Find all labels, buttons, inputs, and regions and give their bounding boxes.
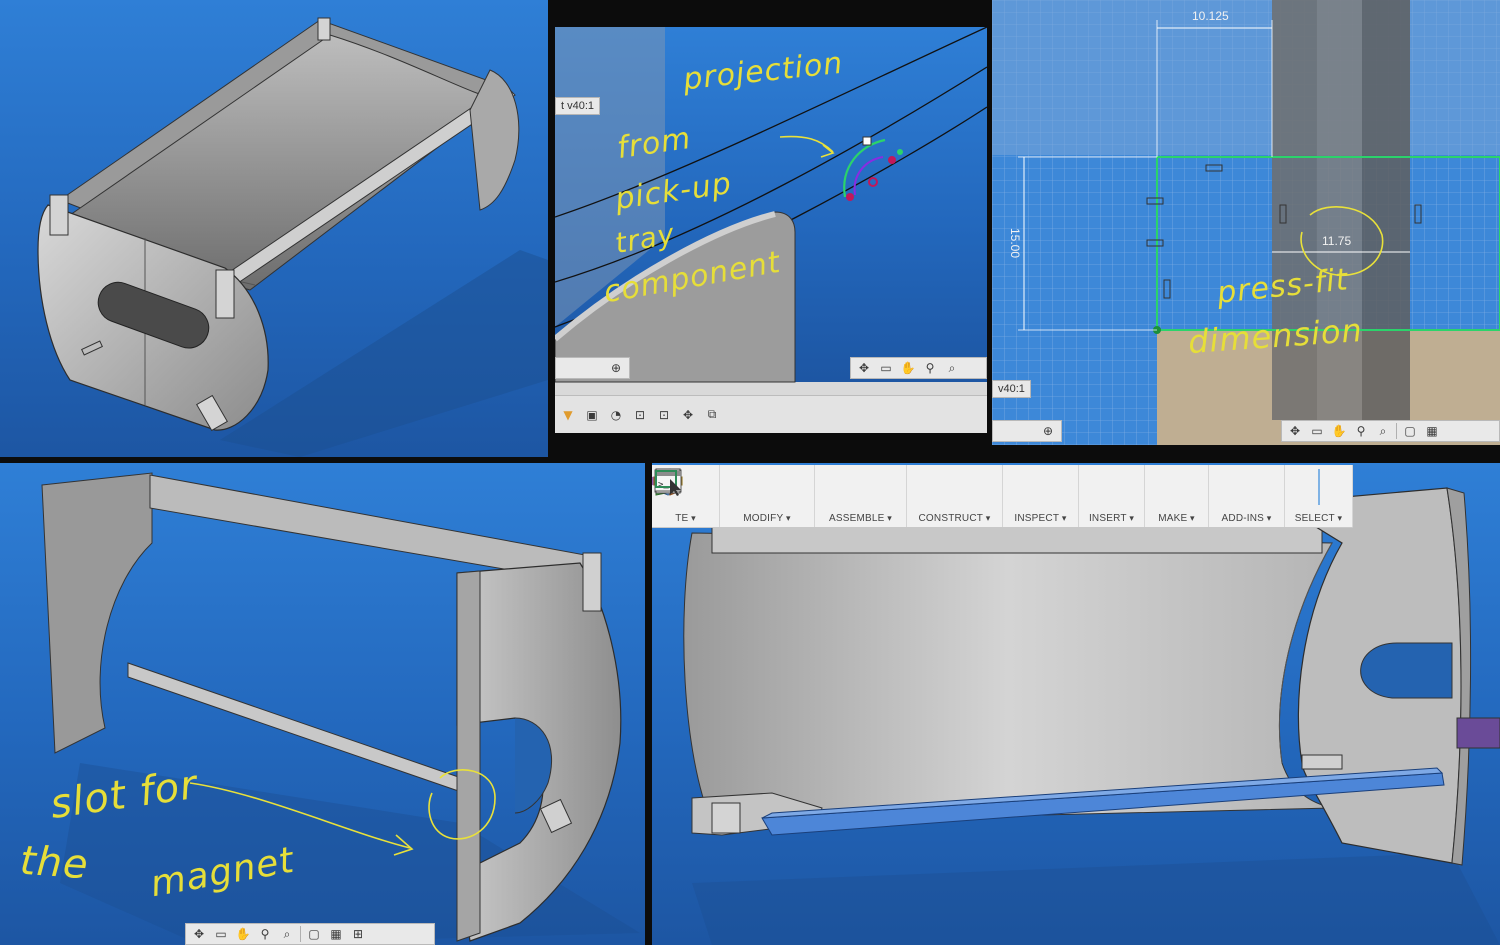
pan-hand-icon[interactable]: ✋ bbox=[234, 926, 252, 942]
zoom-icon[interactable]: ⚲ bbox=[921, 360, 939, 376]
pan-hand-icon[interactable]: ✋ bbox=[1330, 423, 1348, 439]
tray-section-model bbox=[683, 487, 1500, 945]
toolbar-group-insert[interactable]: INSERT bbox=[654, 465, 1145, 527]
toolbar-label-construct: CONSTRUCT bbox=[919, 513, 991, 524]
toolbar-label-assemble: ASSEMBLE bbox=[829, 513, 892, 524]
toolbar-label-create: TE bbox=[675, 513, 696, 524]
version-label: t v40:1 bbox=[555, 97, 601, 115]
display-settings-icon[interactable]: ▢ bbox=[305, 926, 323, 942]
move-feature-icon[interactable]: ✥ bbox=[679, 407, 697, 423]
plus-icon[interactable]: ⊕ bbox=[607, 360, 625, 376]
display-settings-icon[interactable]: ▢ bbox=[1401, 423, 1419, 439]
sketch-dimension-view bbox=[992, 0, 1500, 445]
zoom-window-icon[interactable]: ⌕ bbox=[278, 926, 296, 942]
extrude-feature-icon[interactable]: ⊡ bbox=[655, 407, 673, 423]
toolbar-label-insert: INSERT bbox=[1089, 513, 1134, 524]
zoom-window-icon[interactable]: ⌕ bbox=[943, 360, 961, 376]
timeline-marker-icon[interactable]: ▼ bbox=[559, 407, 577, 423]
toolbar-divider bbox=[300, 926, 301, 942]
browser-collapse-bar: ⊕ bbox=[555, 357, 630, 379]
toolbar-group-inspect[interactable]: INSPECT bbox=[653, 465, 1079, 527]
sketch-feature-icon[interactable]: ▣ bbox=[583, 407, 601, 423]
navigation-toolbar: ✥ ▭ ✋ ⚲ ⌕ ▢ ▦ bbox=[1281, 420, 1500, 442]
toolbar-label-select: SELECT bbox=[1295, 513, 1343, 524]
revolve-feature-icon[interactable]: ◔ bbox=[607, 407, 625, 423]
design-toolbar: TE Σ MODIFY + ASSEMBLE CONSTRUCT bbox=[652, 465, 1353, 528]
browser-collapse-bar: ⊕ bbox=[992, 420, 1062, 442]
toolbar-group-add-ins[interactable]: >_ ADD-INS bbox=[654, 465, 1285, 527]
toolbar-group-select[interactable]: SELECT bbox=[655, 465, 1353, 527]
orbit-icon[interactable]: ✥ bbox=[190, 926, 208, 942]
navigation-toolbar: ✥ ▭ ✋ ⚲ ⌕ bbox=[850, 357, 987, 379]
dimension-width-mid[interactable]: 11.75 bbox=[1322, 234, 1351, 248]
joint-feature-icon[interactable]: ⧉ bbox=[703, 407, 721, 423]
tray-model-isometric bbox=[37, 17, 548, 457]
plus-icon[interactable]: ⊕ bbox=[1039, 423, 1057, 439]
orbit-icon[interactable]: ✥ bbox=[1286, 423, 1304, 439]
toolbar-label-modify: MODIFY bbox=[743, 513, 791, 524]
toolbar-group-make[interactable]: MAKE bbox=[655, 465, 1209, 527]
look-at-icon[interactable]: ▭ bbox=[212, 926, 230, 942]
grid-settings-icon[interactable]: ▦ bbox=[1423, 423, 1441, 439]
timeline-bar: ▼ ▣ ◔ ⊡ ⊡ ✥ ⧉ bbox=[555, 395, 987, 433]
toolbar-group-assemble[interactable]: + ASSEMBLE bbox=[654, 465, 907, 527]
annotation-the: the bbox=[18, 837, 91, 889]
viewport-top-left[interactable] bbox=[0, 0, 548, 457]
zoom-icon[interactable]: ⚲ bbox=[1352, 423, 1370, 439]
viewport-top-right[interactable]: 10.125 15.00 11.75 press-fit dimension v… bbox=[992, 0, 1500, 445]
toolbar-label-add-ins: ADD-INS bbox=[1222, 513, 1272, 524]
zoom-icon[interactable]: ⚲ bbox=[256, 926, 274, 942]
viewports-icon[interactable]: ⊞ bbox=[349, 926, 367, 942]
toolbar-label-make: MAKE bbox=[1158, 513, 1195, 524]
tray-frame-model bbox=[41, 472, 640, 945]
dimension-height-left[interactable]: 15.00 bbox=[1008, 228, 1022, 258]
grid-settings-icon[interactable]: ▦ bbox=[327, 926, 345, 942]
viewport-bottom-right[interactable]: TE Σ MODIFY + ASSEMBLE CONSTRUCT bbox=[652, 463, 1500, 945]
pan-hand-icon[interactable]: ✋ bbox=[899, 360, 917, 376]
orbit-icon[interactable]: ✥ bbox=[855, 360, 873, 376]
toolbar-group-modify[interactable]: Σ MODIFY bbox=[656, 465, 815, 527]
navigation-toolbar: ✥ ▭ ✋ ⚲ ⌕ ▢ ▦ ⊞ bbox=[185, 923, 435, 945]
viewport-bottom-left[interactable]: slot for the magnet ✥ ▭ ✋ ⚲ ⌕ ▢ ▦ ⊞ bbox=[0, 463, 645, 945]
toolbar-divider bbox=[1396, 423, 1397, 439]
toolbar-label-inspect: INSPECT bbox=[1014, 513, 1066, 524]
zoom-window-icon[interactable]: ⌕ bbox=[1374, 423, 1392, 439]
select-icon[interactable] bbox=[652, 465, 684, 497]
dimension-width-top[interactable]: 10.125 bbox=[1192, 9, 1229, 23]
version-label: v40:1 bbox=[992, 380, 1031, 398]
extrude-feature-icon[interactable]: ⊡ bbox=[631, 407, 649, 423]
viewport-top-center[interactable]: t v40:1 projection from pick-up tray com… bbox=[555, 27, 987, 433]
toolbar-group-construct[interactable]: CONSTRUCT bbox=[655, 465, 1003, 527]
look-at-icon[interactable]: ▭ bbox=[1308, 423, 1326, 439]
look-at-icon[interactable]: ▭ bbox=[877, 360, 895, 376]
